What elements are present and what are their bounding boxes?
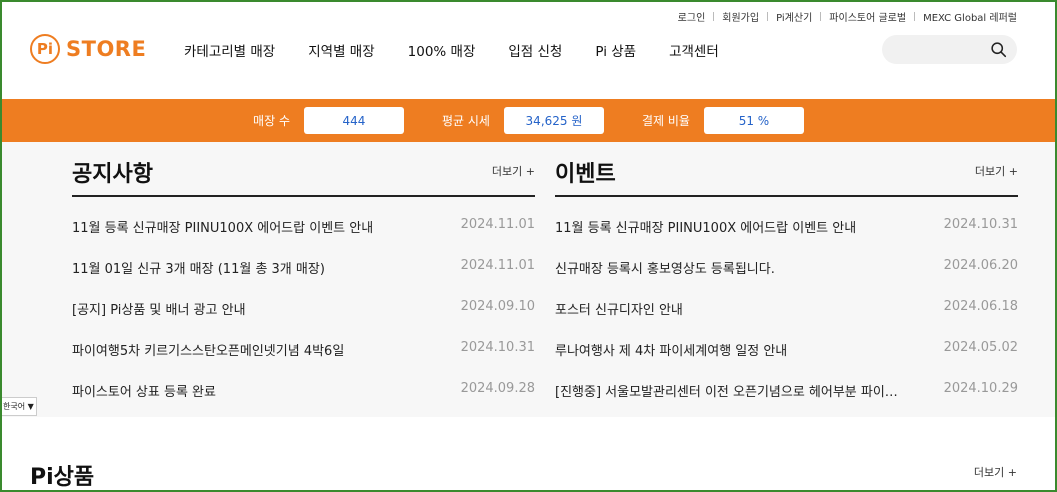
item-title[interactable]: 11월 등록 신규매장 PIINU100X 에어드랍 이벤트 안내 [72,217,373,258]
list-item[interactable]: [진행중] 서울모발관리센터 이전 오픈기념으로 헤어부분 파이… 2024.10… [555,381,1018,422]
list-item[interactable]: 신규매장 등록시 홍보영상도 등록됩니다. 2024.06.20 [555,258,1018,299]
item-date: 2024.11.01 [460,217,535,232]
stat-payment-ratio: 결제 비율 51 % [642,107,804,134]
search-box[interactable] [882,35,1017,64]
list-item[interactable]: 11월 등록 신규매장 PIINU100X 에어드랍 이벤트 안내 2024.11… [72,217,535,258]
event-list: 11월 등록 신규매장 PIINU100X 에어드랍 이벤트 안내 2024.10… [555,217,1018,422]
notice-title: 공지사항 [72,162,153,187]
pi-logo-icon: Pi [30,34,60,64]
signup-link[interactable]: 회원가입 [722,9,759,24]
nav-region-stores[interactable]: 지역별 매장 [308,40,374,60]
list-item[interactable]: 포스터 신규디자인 안내 2024.06.18 [555,299,1018,340]
login-link[interactable]: 로그인 [678,9,706,24]
list-item[interactable]: [공지] Pi상품 및 배너 광고 안내 2024.09.10 [72,299,535,340]
language-selector[interactable]: 한국어 ▼ [0,397,37,416]
stats-bar: 매장 수 444 평균 시세 34,625 원 결제 비율 51 % [2,99,1055,142]
nav-category-stores[interactable]: 카테고리별 매장 [184,40,275,60]
boards-section: 공지사항 더보기 + 11월 등록 신규매장 PIINU100X 에어드랍 이벤… [2,142,1055,417]
nav-store-application[interactable]: 입점 신청 [508,40,562,60]
mexc-referral-link[interactable]: MEXC Global 레퍼럴 [923,9,1017,24]
nav-100-percent-stores[interactable]: 100% 매장 [408,40,476,60]
stat-average-price: 평균 시세 34,625 원 [442,107,604,134]
item-title[interactable]: 파이스토어 상표 등록 완료 [72,381,216,422]
item-date: 2024.06.18 [943,299,1018,314]
stat-label: 결제 비율 [641,114,690,128]
item-title[interactable]: 11월 등록 신규매장 PIINU100X 에어드랍 이벤트 안내 [555,217,856,258]
stat-label: 평균 시세 [441,114,490,128]
list-item[interactable]: 11월 등록 신규매장 PIINU100X 에어드랍 이벤트 안내 2024.10… [555,217,1018,258]
divider [72,195,535,197]
pi-calculator-link[interactable]: Pi계산기 [776,9,812,24]
list-item[interactable]: 루나여행사 제 4차 파이세계여행 일정 안내 2024.05.02 [555,340,1018,381]
item-date: 2024.10.31 [460,340,535,355]
divider [555,195,1018,197]
divider [767,12,769,21]
item-title[interactable]: [공지] Pi상품 및 배너 광고 안내 [72,299,246,340]
item-title[interactable]: 포스터 신규디자인 안내 [555,299,683,340]
item-date: 2024.10.29 [943,381,1018,396]
divider [713,12,715,21]
global-store-link[interactable]: 파이스토어 글로벌 [829,9,906,24]
item-date: 2024.09.28 [460,381,535,396]
stat-value: 444 [303,107,404,134]
main-nav: 카테고리별 매장 지역별 매장 100% 매장 입점 신청 Pi 상품 고객센터 [184,40,752,60]
item-title[interactable]: 파이여행5차 키르기스스탄오픈메인넷기념 4박6일 [72,340,344,381]
nav-customer-center[interactable]: 고객센터 [669,40,719,60]
list-item[interactable]: 파이여행5차 키르기스스탄오픈메인넷기념 4박6일 2024.10.31 [72,340,535,381]
store-logo[interactable]: Pi STORE [30,34,146,64]
item-title[interactable]: [진행중] 서울모발관리센터 이전 오픈기념으로 헤어부분 파이… [555,381,898,422]
nav-pi-products[interactable]: Pi 상품 [595,40,636,60]
pi-products-more-link[interactable]: 더보기 + [974,464,1017,480]
item-date: 2024.11.01 [460,258,535,273]
item-title[interactable]: 루나여행사 제 4차 파이세계여행 일정 안내 [555,340,787,381]
stat-store-count: 매장 수 444 [253,107,404,134]
event-title: 이벤트 [555,162,616,187]
list-item[interactable]: 파이스토어 상표 등록 완료 2024.09.28 [72,381,535,422]
item-title[interactable]: 11월 01일 신규 3개 매장 (11월 총 3개 매장) [72,258,325,299]
item-date: 2024.09.10 [460,299,535,314]
list-item[interactable]: 11월 01일 신규 3개 매장 (11월 총 3개 매장) 2024.11.01 [72,258,535,299]
divider [820,12,822,21]
notice-more-link[interactable]: 더보기 + [492,163,535,179]
event-more-link[interactable]: 더보기 + [975,163,1018,179]
stat-value: 34,625 원 [503,107,604,134]
divider [914,12,916,21]
stat-label: 매장 수 [253,114,290,128]
item-date: 2024.05.02 [943,340,1018,355]
item-title[interactable]: 신규매장 등록시 홍보영상도 등록됩니다. [555,258,775,299]
logo-wordmark: STORE [66,37,147,61]
utility-links: 로그인 회원가입 Pi계산기 파이스토어 글로벌 MEXC Global 레퍼럴 [678,9,1017,24]
stat-value: 51 % [703,107,804,134]
item-date: 2024.06.20 [943,258,1018,273]
notice-list: 11월 등록 신규매장 PIINU100X 에어드랍 이벤트 안내 2024.11… [72,217,535,422]
item-date: 2024.10.31 [943,217,1018,232]
pi-products-title: Pi상품 [30,465,95,490]
search-icon[interactable] [990,41,1007,58]
